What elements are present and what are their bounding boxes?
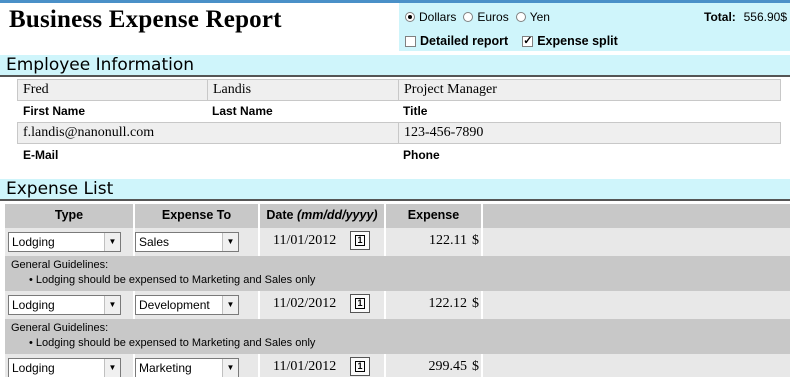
phone-field[interactable]: 123-456-7890 [398, 122, 781, 144]
title-label: Title [403, 104, 428, 118]
expense-to-select-value: Marketing [139, 361, 192, 375]
guidelines-title: General Guidelines: [11, 259, 109, 271]
currency-radio-yen[interactable] [515, 12, 526, 22]
type-select-value: Lodging [12, 235, 55, 249]
page-title: Business Expense Report [9, 6, 282, 33]
date-value[interactable]: 11/02/2012 [273, 296, 336, 312]
calendar-button[interactable]: 1 [350, 294, 370, 313]
type-select[interactable]: Lodging ▼ [8, 295, 121, 315]
title-field[interactable]: Project Manager [398, 79, 781, 101]
currency-symbol: $ [472, 233, 479, 248]
expense-to-select[interactable]: Marketing ▼ [135, 358, 239, 377]
calendar-icon: 1 [355, 298, 365, 309]
calendar-icon: 1 [355, 361, 365, 372]
currency-label-yen: Yen [529, 10, 550, 24]
column-divider [258, 228, 260, 256]
column-divider [384, 291, 386, 319]
expense-split-checkbox[interactable] [522, 34, 534, 47]
guidelines-box: General Guidelines: • Lodging should be … [5, 256, 790, 291]
expense-section-header: Expense List [0, 179, 790, 201]
currency-radio-group: Dollars Euros Yen [405, 10, 557, 24]
expense-amount[interactable]: 122.11 [397, 233, 467, 249]
chevron-down-icon[interactable]: ▼ [104, 233, 120, 251]
guidelines-item: • Lodging should be expensed to Marketin… [29, 274, 316, 286]
guidelines-title: General Guidelines: [11, 322, 109, 334]
chevron-down-icon[interactable]: ▼ [104, 296, 120, 314]
type-select-value: Lodging [12, 361, 55, 375]
type-select-value: Lodging [12, 298, 55, 312]
report-options: Detailed report Expense split [405, 34, 632, 48]
currency-symbol: $ [472, 296, 479, 311]
expense-to-select[interactable]: Sales ▼ [135, 232, 239, 252]
guidelines-item: • Lodging should be expensed to Marketin… [29, 337, 316, 349]
total-label: Total: [704, 10, 736, 24]
expense-amount[interactable]: 299.45 [397, 359, 468, 375]
type-select[interactable]: Lodging ▼ [8, 232, 121, 252]
column-divider [258, 354, 260, 377]
date-value[interactable]: 11/01/2012 [273, 233, 336, 249]
employee-section-header: Employee Information [0, 55, 790, 77]
column-header-spacer [483, 204, 790, 228]
column-divider [481, 291, 483, 319]
expense-row: Lodging ▼ Sales ▼ 11/01/2012 1 122.11 $ [5, 228, 790, 256]
column-header-expense-to: Expense To [135, 204, 260, 228]
detailed-report-label: Detailed report [420, 34, 509, 48]
expense-row: Lodging ▼ Development ▼ 11/02/2012 1 122… [5, 291, 790, 319]
currency-label-euros: Euros [477, 10, 509, 24]
expense-to-select[interactable]: Development ▼ [135, 295, 239, 315]
currency-radio-dollars[interactable] [405, 12, 415, 22]
currency-label-dollars: Dollars [419, 10, 457, 24]
chevron-down-icon[interactable]: ▼ [222, 296, 238, 314]
chevron-down-icon[interactable]: ▼ [104, 359, 120, 377]
column-divider [258, 291, 260, 319]
chevron-down-icon[interactable]: ▼ [222, 359, 238, 377]
expense-to-select-value: Sales [139, 235, 170, 249]
expense-row: Lodging ▼ Marketing ▼ 11/01/2012 1 299.4… [5, 354, 790, 377]
column-divider [384, 228, 386, 256]
column-divider [384, 354, 386, 377]
column-divider [481, 228, 483, 256]
expense-to-select-value: Development [139, 298, 210, 312]
column-header-type: Type [5, 204, 135, 228]
type-select[interactable]: Lodging ▼ [8, 358, 121, 377]
guidelines-item-text: Lodging should be expensed to Marketing … [35, 274, 316, 286]
expense-split-label: Expense split [537, 34, 618, 48]
chevron-down-icon[interactable]: ▼ [222, 233, 238, 251]
calendar-button[interactable]: 1 [350, 231, 370, 250]
currency-symbol: $ [472, 359, 479, 374]
email-label: E-Mail [23, 148, 59, 162]
date-value[interactable]: 11/01/2012 [273, 359, 336, 375]
last-name-field[interactable]: Landis [207, 79, 399, 101]
first-name-field[interactable]: Fred [17, 79, 208, 101]
currency-radio-euros[interactable] [463, 12, 474, 22]
phone-label: Phone [403, 148, 440, 162]
last-name-label: Last Name [212, 104, 273, 118]
guidelines-box: General Guidelines: • Lodging should be … [5, 319, 790, 354]
column-header-expense: Expense [386, 204, 483, 228]
expense-amount[interactable]: 122.12 [397, 296, 468, 312]
column-divider [481, 354, 483, 377]
total-value: 556.90$ [743, 10, 787, 24]
calendar-icon: 1 [355, 235, 365, 246]
calendar-button[interactable]: 1 [350, 357, 370, 376]
first-name-label: First Name [23, 104, 86, 118]
guidelines-item-text: Lodging should be expensed to Marketing … [35, 337, 316, 349]
email-field[interactable]: f.landis@nanonull.com [17, 122, 399, 144]
column-header-date: Date (mm/dd/yyyy) [260, 204, 386, 228]
options-panel: Dollars Euros Yen Total: 556.90$ Detaile… [399, 3, 790, 51]
date-format-hint: (mm/dd/yyyy) [296, 208, 378, 222]
detailed-report-checkbox[interactable] [405, 35, 416, 47]
date-header-label: Date [266, 208, 294, 222]
